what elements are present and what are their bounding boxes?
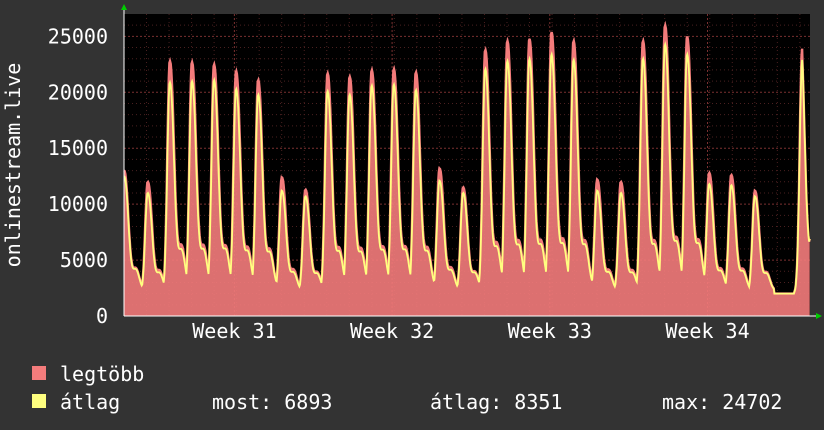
y-tick-label: 0 [96, 304, 108, 328]
y-tick-label: 10000 [48, 192, 108, 216]
legend-label-max: legtöbb [60, 362, 144, 386]
legend-swatch-max [32, 366, 46, 380]
y-tick-label: 25000 [48, 24, 108, 48]
stat-max: max: 24702 [662, 390, 782, 414]
x-axis-arrow [816, 313, 822, 319]
legend-label-avg: átlag [60, 390, 120, 414]
x-tick-label: Week 33 [508, 319, 592, 343]
y-axis-arrow [121, 4, 127, 10]
x-tick-label: Week 32 [350, 319, 434, 343]
stat-most: most: 6893 [212, 390, 332, 414]
x-tick-label: Week 31 [192, 319, 276, 343]
y-tick-label: 20000 [48, 80, 108, 104]
legend-swatch-avg [32, 394, 46, 408]
stat-atlag: átlag: 8351 [430, 390, 562, 414]
x-tick-label: Week 34 [665, 319, 749, 343]
chart: 0 5000 10000 15000 20000 25000 Week 31 Week 32 W… [1, 4, 822, 414]
y-tick-label: 15000 [48, 136, 108, 160]
y-tick-label: 5000 [60, 248, 108, 272]
y-axis-label: onlinestream.live [1, 63, 25, 268]
